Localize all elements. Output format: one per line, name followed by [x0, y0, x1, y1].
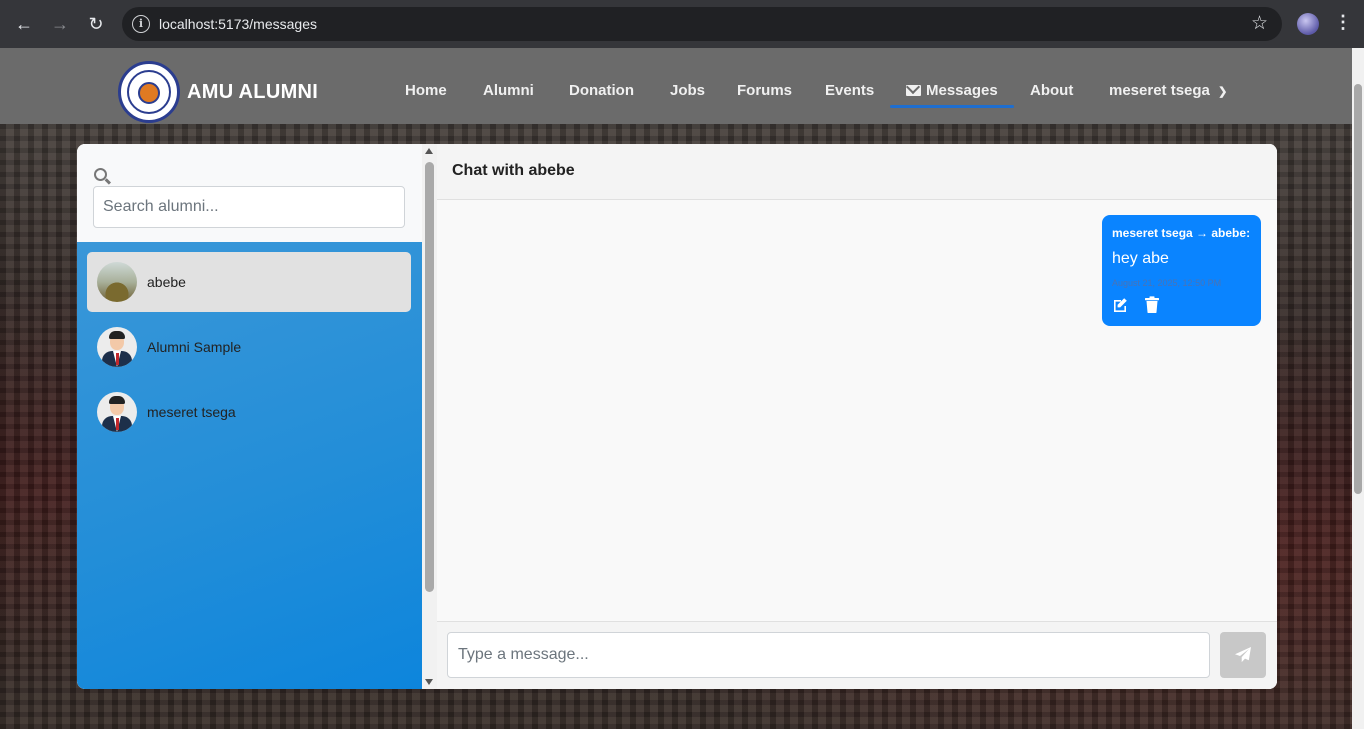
avatar [97, 327, 137, 367]
user-menu[interactable]: meseret tsega ❯ [1109, 82, 1227, 99]
kebab-icon[interactable]: ⋮ [1334, 12, 1352, 33]
chevron-down-icon: ❯ [1218, 86, 1228, 98]
scrollbar-thumb[interactable] [425, 162, 434, 592]
nav-messages[interactable]: Messages [906, 82, 998, 99]
user-item-alumni-sample[interactable]: Alumni Sample [87, 317, 411, 377]
back-icon[interactable]: ← [12, 12, 36, 36]
nav-alumni[interactable]: Alumni [483, 82, 534, 99]
site-header: AMU ALUMNI Home Alumni Donation Jobs For… [0, 48, 1352, 124]
edit-icon[interactable] [1112, 297, 1128, 313]
chat-pane: Chat with abebe meseret tsega → abebe: h… [437, 144, 1277, 689]
user-name: meseret tsega [147, 404, 236, 420]
nav-home[interactable]: Home [405, 82, 447, 99]
message-bubble: meseret tsega → abebe: hey abe August 21… [1102, 215, 1261, 326]
reload-icon[interactable]: ↻ [84, 12, 108, 36]
nav-donation[interactable]: Donation [569, 82, 634, 99]
user-menu-label: meseret tsega [1109, 82, 1210, 99]
scroll-down-icon[interactable] [425, 679, 433, 685]
chat-title: Chat with abebe [452, 162, 575, 179]
profile-avatar[interactable] [1297, 13, 1319, 35]
address-bar[interactable]: i localhost:5173/messages ☆ [122, 7, 1282, 41]
nav-messages-label: Messages [926, 82, 998, 99]
avatar [97, 262, 137, 302]
search-area [77, 144, 422, 242]
message-text: hey abe [1112, 250, 1169, 267]
message-timestamp: August 21, 2025, 12:50 PM [1112, 278, 1222, 288]
chat-footer [437, 621, 1277, 689]
sidebar-scrollbar[interactable] [422, 144, 437, 689]
message-input[interactable] [447, 632, 1210, 678]
message-sender: meseret tsega → abebe: [1112, 226, 1251, 240]
chat-container: abebe Alumni Sample meseret tsega [77, 144, 1277, 689]
chat-header: Chat with abebe [437, 144, 1277, 200]
user-item-meseret-tsega[interactable]: meseret tsega [87, 382, 411, 442]
trash-icon[interactable] [1144, 296, 1160, 313]
star-icon[interactable]: ☆ [1251, 12, 1268, 35]
nav-events[interactable]: Events [825, 82, 874, 99]
active-nav-indicator [890, 105, 1014, 108]
user-item-abebe[interactable]: abebe [87, 252, 411, 312]
url-text[interactable]: localhost:5173/messages [159, 16, 317, 32]
amu-logo[interactable] [118, 61, 180, 123]
page-scrollbar-thumb[interactable] [1354, 84, 1362, 494]
search-input[interactable] [93, 186, 405, 228]
send-button[interactable] [1220, 632, 1266, 678]
brand-name[interactable]: AMU ALUMNI [187, 81, 318, 104]
browser-toolbar: ← → ↻ i localhost:5173/messages ☆ ⋮ [0, 0, 1364, 48]
paper-plane-icon [1235, 647, 1251, 663]
scroll-up-icon[interactable] [425, 148, 433, 154]
nav-forums[interactable]: Forums [737, 82, 792, 99]
user-name: Alumni Sample [147, 339, 242, 355]
nav-about[interactable]: About [1030, 82, 1073, 99]
user-list: abebe Alumni Sample meseret tsega [77, 242, 422, 689]
page-scrollbar[interactable] [1352, 48, 1364, 729]
nav-jobs[interactable]: Jobs [670, 82, 705, 99]
page-background: AMU ALUMNI Home Alumni Donation Jobs For… [0, 48, 1352, 729]
site-info-icon[interactable]: i [132, 15, 150, 33]
search-icon [94, 168, 107, 181]
alumni-sidebar: abebe Alumni Sample meseret tsega [77, 144, 422, 689]
forward-icon[interactable]: → [48, 12, 72, 36]
avatar [97, 392, 137, 432]
envelope-icon [906, 85, 921, 96]
user-name: abebe [147, 274, 186, 290]
